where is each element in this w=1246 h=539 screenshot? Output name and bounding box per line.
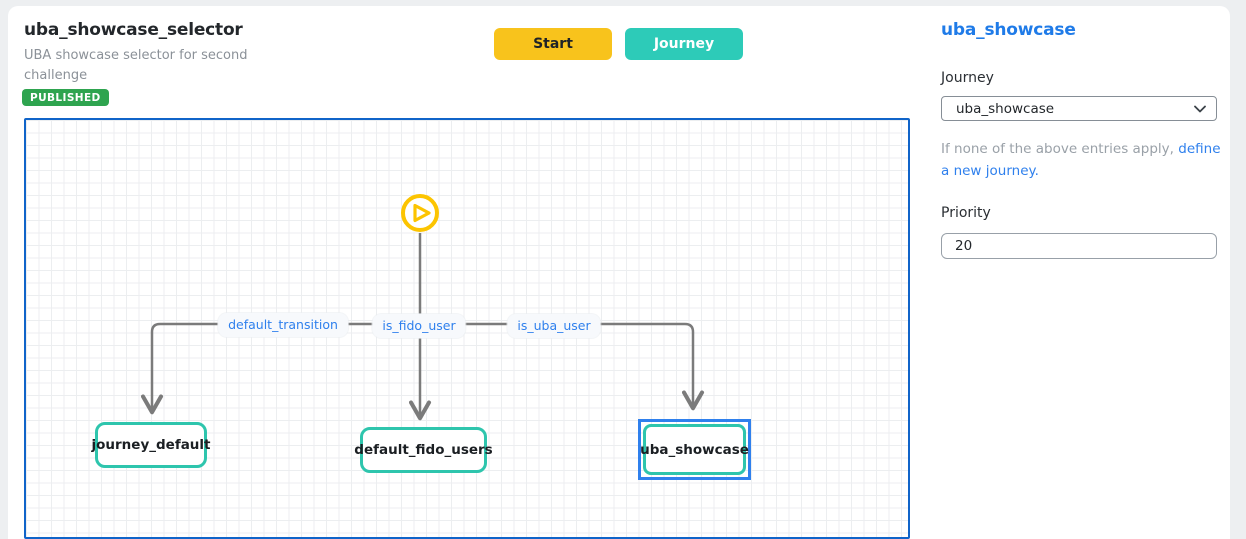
journey-field-label: Journey (941, 70, 994, 86)
journey-select[interactable]: uba_showcase (941, 96, 1217, 121)
panel-note-text: If none of the above entries apply, (941, 141, 1174, 157)
node-uba-showcase[interactable]: uba_showcase (643, 424, 746, 475)
panel-note: If none of the above entries apply, defi… (941, 139, 1229, 182)
node-selection-outline[interactable]: uba_showcase (638, 419, 751, 480)
flow-edges (26, 120, 910, 539)
panel-title: uba_showcase (941, 20, 1076, 40)
priority-input[interactable] (941, 233, 1217, 259)
journey-button[interactable]: Journey (625, 28, 743, 60)
node-default-fido-users[interactable]: default_fido_users (360, 427, 487, 473)
edge-label-is-fido-user[interactable]: is_fido_user (372, 314, 465, 338)
priority-field-label: Priority (941, 205, 991, 221)
edge-label-is-uba-user[interactable]: is_uba_user (507, 314, 600, 338)
journey-select-value: uba_showcase (956, 101, 1194, 117)
edge-label-default-transition[interactable]: default_transition (218, 313, 348, 337)
flow-canvas[interactable]: default_transition is_fido_user is_uba_u… (24, 118, 910, 539)
status-badge: PUBLISHED (22, 89, 109, 106)
page-title: uba_showcase_selector (24, 20, 243, 40)
node-journey-default[interactable]: journey_default (95, 422, 207, 468)
chevron-down-icon (1194, 105, 1206, 113)
start-button[interactable]: Start (494, 28, 612, 60)
play-icon[interactable] (403, 196, 437, 230)
page-subtitle: UBA showcase selector for second challen… (24, 46, 274, 85)
